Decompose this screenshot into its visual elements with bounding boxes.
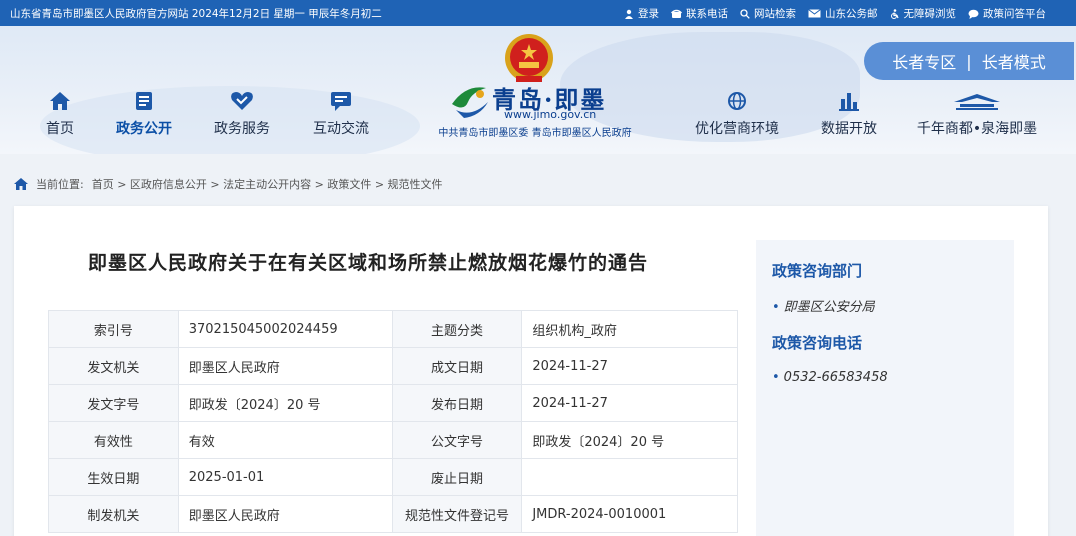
site-info: 山东省青岛市即墨区人民政府官方网站 2024年12月2日 星期一 甲辰年冬月初二 — [10, 8, 382, 20]
breadcrumb-prefix: 当前位置: — [36, 178, 84, 191]
nav-home[interactable]: 首页 — [15, 90, 105, 138]
document-icon — [136, 92, 152, 110]
nav-interaction[interactable]: 互动交流 — [296, 90, 386, 138]
info-key: 生效日期 — [48, 458, 179, 496]
top-links: 登录 联系电话 网站检索 山东公务邮 无障碍浏览 政策问答平台 — [624, 6, 1046, 21]
policy-qa-link[interactable]: 政策问答平台 — [968, 6, 1046, 21]
phone-icon — [671, 9, 682, 18]
info-value: 组织机构_政府 — [521, 310, 738, 348]
policy-consult-sidebar: 政策咨询部门 • 即墨区公安分局 政策咨询电话 • 0532-66583458 — [756, 240, 1014, 536]
table-row: 索引号 370215045002024459 主题分类 组织机构_政府 — [48, 310, 738, 348]
nav-jimo-heritage[interactable]: 千年商都•泉海即墨 — [912, 90, 1042, 138]
logo-url: www.jimo.gov.cn — [504, 108, 597, 121]
info-key: 发布日期 — [391, 384, 523, 422]
heart-icon — [231, 92, 253, 110]
breadcrumb: 当前位置: 首页 > 区政府信息公开 > 法定主动公开内容 > 政策文件 > 规… — [14, 176, 443, 192]
chat-icon — [968, 9, 979, 19]
info-key: 有效性 — [48, 421, 179, 459]
shandong-mail-label: 山东公务邮 — [825, 8, 878, 20]
info-value: 即墨区人民政府 — [177, 495, 393, 533]
info-value — [521, 458, 738, 496]
nav-interaction-label: 互动交流 — [313, 121, 369, 137]
top-utility-bar: 山东省青岛市即墨区人民政府官方网站 2024年12月2日 星期一 甲辰年冬月初二… — [0, 0, 1076, 26]
contact-phone-link[interactable]: 联系电话 — [671, 6, 728, 21]
nav-gov-affairs-open-label: 政务公开 — [116, 121, 172, 137]
user-icon — [625, 9, 633, 19]
table-row: 发文机关 即墨区人民政府 成文日期 2024-11-27 — [48, 347, 738, 385]
document-info-table: 索引号 370215045002024459 主题分类 组织机构_政府 发文机关… — [48, 310, 738, 533]
table-row: 发文字号 即政发〔2024〕20 号 发布日期 2024-11-27 — [48, 384, 738, 422]
globe-icon — [728, 92, 746, 110]
info-value: 有效 — [177, 421, 393, 459]
table-row: 有效性 有效 公文字号 即政发〔2024〕20 号 — [48, 421, 738, 459]
accessibility-icon — [890, 8, 899, 19]
site-search-link[interactable]: 网站检索 — [740, 6, 796, 21]
consult-dept-value: • 即墨区公安分局 — [772, 296, 875, 315]
consult-dept-text: 即墨区公安分局 — [783, 300, 875, 315]
mail-icon — [808, 9, 821, 18]
login-label: 登录 — [638, 8, 659, 20]
nav-gov-services-label: 政务服务 — [214, 121, 270, 137]
search-icon — [740, 8, 750, 19]
elder-separator: | — [966, 51, 972, 71]
info-value: 2024-11-27 — [521, 384, 738, 422]
accessibility-link[interactable]: 无障碍浏览 — [890, 6, 957, 21]
national-emblem-icon — [505, 34, 553, 82]
nav-home-label: 首页 — [46, 121, 74, 137]
nav-open-data[interactable]: 数据开放 — [804, 90, 894, 138]
logo-swirl-icon — [452, 87, 488, 118]
site-logo[interactable]: 青岛·即墨 www.jimo.gov.cn 中共青岛市即墨区委 青岛市即墨区人民… — [420, 78, 650, 142]
site-header: 青岛·即墨 www.jimo.gov.cn 中共青岛市即墨区委 青岛市即墨区人民… — [0, 26, 1076, 154]
bullet: • — [772, 370, 780, 385]
article-title: 即墨区人民政府关于在有关区域和场所禁止燃放烟花爆竹的通告 — [88, 252, 649, 274]
consult-phone-heading: 政策咨询电话 — [772, 334, 863, 352]
table-row: 生效日期 2025-01-01 废止日期 — [48, 458, 738, 496]
home-icon — [50, 92, 70, 110]
info-value: 2024-11-27 — [521, 347, 738, 385]
breadcrumb-path[interactable]: 首页 > 区政府信息公开 > 法定主动公开内容 > 政策文件 > 规范性文件 — [92, 176, 443, 192]
info-value: 即政发〔2024〕20 号 — [521, 421, 738, 459]
landmark-icon — [954, 94, 1000, 110]
nav-gov-services[interactable]: 政务服务 — [197, 90, 287, 138]
info-key: 索引号 — [48, 310, 179, 348]
login-link[interactable]: 登录 — [624, 6, 659, 21]
bar-chart-icon — [839, 93, 859, 111]
info-key: 发文字号 — [48, 384, 179, 422]
consult-phone-text: 0532-66583458 — [783, 370, 888, 385]
table-row: 制发机关 即墨区人民政府 规范性文件登记号 JMDR-2024-0010001 — [48, 495, 738, 533]
contact-phone-label: 联系电话 — [686, 8, 728, 20]
info-key: 制发机关 — [48, 495, 179, 533]
consult-phone-value: • 0532-66583458 — [772, 370, 888, 385]
nav-business-environment[interactable]: 优化营商环境 — [680, 90, 794, 138]
info-key: 废止日期 — [391, 458, 523, 496]
nav-gov-affairs-open[interactable]: 政务公开 — [99, 90, 189, 138]
elder-mode-button[interactable]: 长者模式 — [982, 49, 1046, 73]
breadcrumb-home-icon — [14, 178, 28, 190]
elder-mode-bar: 长者专区 | 长者模式 — [864, 42, 1074, 80]
info-value: 370215045002024459 — [177, 310, 393, 348]
info-value: 2025-01-01 — [177, 458, 393, 496]
policy-qa-label: 政策问答平台 — [983, 8, 1046, 20]
info-value: 即政发〔2024〕20 号 — [177, 384, 393, 422]
info-key: 发文机关 — [48, 347, 179, 385]
shandong-mail-link[interactable]: 山东公务邮 — [808, 6, 878, 21]
info-key: 公文字号 — [391, 421, 523, 459]
accessibility-label: 无障碍浏览 — [903, 8, 957, 20]
nav-jimo-heritage-label: 千年商都•泉海即墨 — [916, 121, 1038, 137]
message-icon — [331, 92, 351, 111]
elder-zone-button[interactable]: 长者专区 — [892, 49, 956, 73]
bullet: • — [772, 300, 780, 315]
info-key: 成文日期 — [391, 347, 523, 385]
site-search-label: 网站检索 — [754, 8, 796, 20]
info-value: JMDR-2024-0010001 — [521, 495, 738, 533]
info-key: 主题分类 — [391, 310, 523, 348]
info-value: 即墨区人民政府 — [177, 347, 393, 385]
logo-subtitle: 中共青岛市即墨区委 青岛市即墨区人民政府 — [438, 128, 632, 139]
nav-business-environment-label: 优化营商环境 — [695, 121, 779, 137]
consult-dept-heading: 政策咨询部门 — [772, 262, 863, 280]
nav-open-data-label: 数据开放 — [821, 121, 877, 137]
info-key: 规范性文件登记号 — [391, 495, 523, 533]
